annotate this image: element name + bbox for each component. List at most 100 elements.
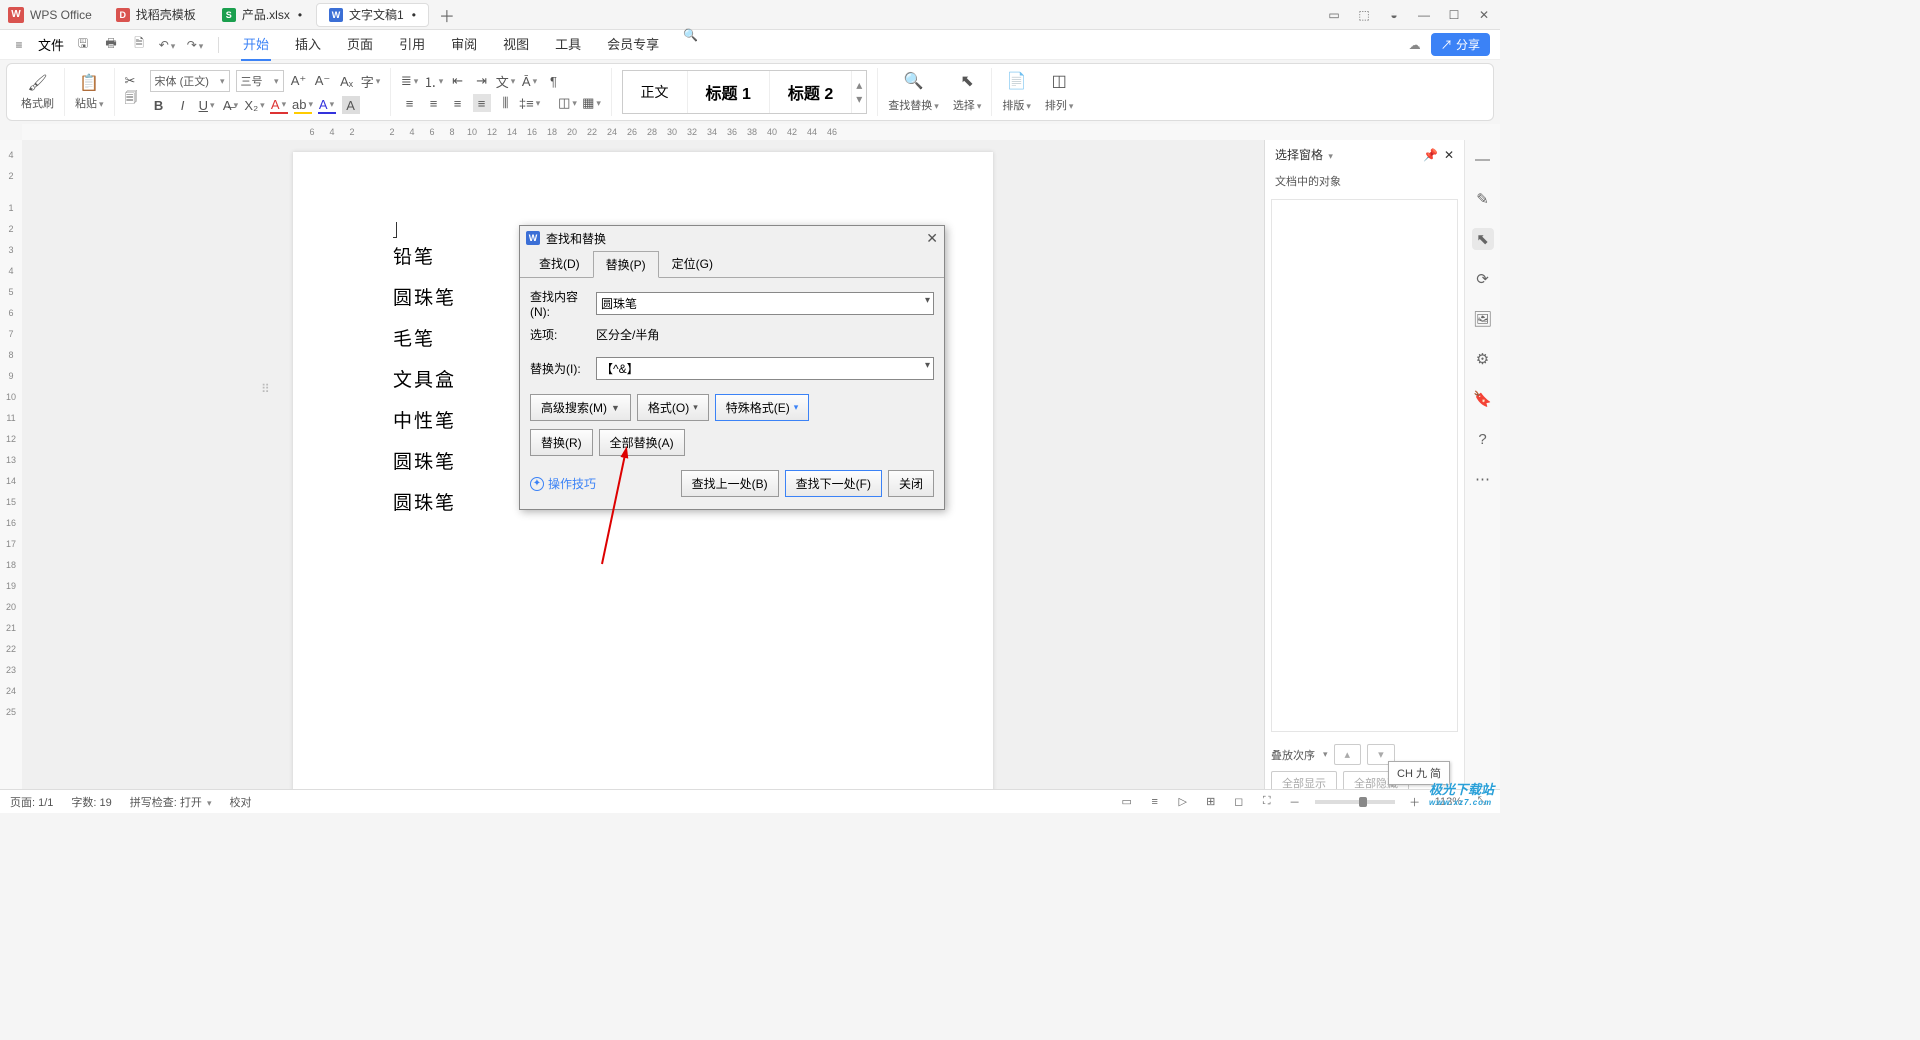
word-count[interactable]: 字数: 19 [71,794,111,810]
maximize-button[interactable]: ☐ [1446,8,1462,22]
search-icon[interactable]: 🔍 [683,28,698,61]
align-justify-icon[interactable]: ≡ [473,94,491,112]
dec-indent-icon[interactable]: ⇤ [449,72,467,90]
char-shading-icon[interactable]: A [342,96,360,114]
style-more-icon[interactable]: ▾ [856,92,862,106]
redo-icon[interactable]: ↷▾ [186,38,204,52]
cut-icon[interactable]: ✂ [125,73,136,89]
tab-find[interactable]: 查找(D) [526,250,593,277]
format-painter-icon[interactable]: 🖌 [27,73,47,93]
menu-home[interactable]: 开始 [241,28,271,61]
border-icon[interactable]: ▦▾ [583,94,601,112]
preview-icon[interactable]: 🗎 [130,34,148,55]
replace-all-button[interactable]: 全部替换(A) [599,429,685,456]
help-icon[interactable]: ? [1472,428,1494,450]
advanced-search-button[interactable]: 高级搜索(M)▼ [530,394,631,421]
menu-page[interactable]: 页面 [345,28,375,61]
view-full-icon[interactable]: ⛶ [1259,795,1275,808]
menu-member[interactable]: 会员专享 [605,28,661,61]
cloud-icon[interactable]: ☁ [1409,38,1421,52]
view-page-icon[interactable]: ▭ [1119,795,1135,808]
fill-color-icon[interactable]: ◫▾ [559,94,577,112]
tips-link[interactable]: ✦操作技巧 [530,475,596,492]
replace-button[interactable]: 替换(R) [530,429,593,456]
menu-tools[interactable]: 工具 [553,28,583,61]
share-button[interactable]: ↗ 分享 [1431,33,1490,56]
close-window-button[interactable]: ✕ [1476,8,1492,22]
zoom-slider[interactable] [1315,800,1395,804]
spell-check[interactable]: 拼写检查: 打开 ▾ [130,794,212,810]
text-direction-icon[interactable]: 文▾ [497,72,515,90]
sort-icon[interactable]: Ā▾ [521,72,539,90]
italic-icon[interactable]: I [174,96,192,114]
print-icon[interactable]: 🖶 [102,34,120,55]
special-format-button[interactable]: 特殊格式(E)▾ [715,394,810,421]
select-tool-icon[interactable]: ⬉ [1472,228,1494,250]
find-prev-button[interactable]: 查找上一处(B) [681,470,779,497]
find-replace-dialog[interactable]: W 查找和替换 ✕ 查找(D) 替换(P) 定位(G) 查找内容(N): 圆珠笔… [519,225,945,510]
tab-template[interactable]: D找稻壳模板 [104,3,208,27]
select-icon[interactable]: ⬉ [960,71,973,91]
bold-icon[interactable]: B [150,96,168,114]
menu-icon[interactable]: ≡ [10,38,28,52]
layout-icon[interactable]: 📄 [1007,71,1027,91]
size-select[interactable]: 三号▾ [236,70,284,92]
align-left-icon[interactable]: ≡ [401,94,419,112]
clear-format-icon[interactable]: Aₓ [338,72,356,90]
align-center-icon[interactable]: ≡ [425,94,443,112]
zoom-out-icon[interactable]: － [1287,794,1303,810]
style-h1[interactable]: 标题 1 [688,71,770,113]
arrange-icon[interactable]: ◫ [1052,71,1067,91]
shrink-font-icon[interactable]: A⁻ [314,72,332,90]
tab-spreadsheet[interactable]: S产品.xlsx• [210,3,314,27]
avatar-icon[interactable]: ◒ [1386,8,1402,22]
undo-icon[interactable]: ↶▾ [158,38,176,52]
menu-view[interactable]: 视图 [501,28,531,61]
line-spacing-icon[interactable]: ‡≡▾ [521,94,539,112]
style-h2[interactable]: 标题 2 [770,71,852,113]
bookmark-icon[interactable]: 🔖 [1472,388,1494,410]
replace-input[interactable]: 【^&】▾ [596,357,934,380]
pane-object-list[interactable] [1271,199,1458,732]
pin-icon[interactable]: 📌 [1423,148,1438,162]
menu-review[interactable]: 审阅 [449,28,479,61]
view-outline-icon[interactable]: ≡ [1147,796,1163,808]
shading-icon[interactable]: A▾ [318,96,336,114]
horizontal-ruler[interactable]: 6422468101214161820222426283032343638404… [22,124,1500,140]
find-icon[interactable]: 🔍 [904,71,924,91]
image-tool-icon[interactable]: 🖼 [1472,308,1494,330]
save-icon[interactable]: 🖫 [74,34,92,55]
dropdown-icon[interactable]: ▾ [925,360,930,371]
new-tab-button[interactable]: ＋ [431,3,463,27]
vertical-ruler[interactable]: 4212345678910111213141516171819202122232… [0,140,22,801]
font-select[interactable]: 宋体 (正文)▾ [150,70,230,92]
menu-insert[interactable]: 插入 [293,28,323,61]
move-up-button[interactable]: ▴ [1334,744,1362,765]
paragraph-handle-icon[interactable]: ⠿ [261,382,267,396]
grow-font-icon[interactable]: A⁺ [290,72,308,90]
pilcrow-icon[interactable]: ¶ [545,72,563,90]
highlight-icon[interactable]: ab▾ [294,96,312,114]
find-next-button[interactable]: 查找下一处(F) [785,470,882,497]
strike-icon[interactable]: A̶▾ [222,96,240,114]
menu-reference[interactable]: 引用 [397,28,427,61]
subscript-icon[interactable]: X₂▾ [246,96,264,114]
dialog-titlebar[interactable]: W 查找和替换 ✕ [520,226,944,250]
bullet-list-icon[interactable]: ≣▾ [401,72,419,90]
find-input[interactable]: 圆珠笔▾ [596,292,934,315]
view-read-icon[interactable]: ⊞ [1203,795,1219,808]
font-color-icon[interactable]: A▾ [270,96,288,114]
page-status[interactable]: 页面: 1/1 [10,794,53,810]
view-web-icon[interactable]: ▷ [1175,795,1191,808]
number-list-icon[interactable]: ⒈▾ [425,72,443,90]
char-border-icon[interactable]: 字▾ [362,72,380,90]
dialog-close-icon[interactable]: ✕ [926,230,938,247]
tab-document[interactable]: W文字文稿1• [316,3,429,27]
minimize-button[interactable]: — [1416,8,1432,22]
collapse-rail-icon[interactable]: — [1472,148,1494,170]
pane-close-icon[interactable]: ✕ [1444,148,1454,162]
style-gallery[interactable]: 正文 标题 1 标题 2 ▴ ▾ [622,70,868,114]
close-button[interactable]: 关闭 [888,470,934,497]
edit-tool-icon[interactable]: ✎ [1472,188,1494,210]
paste-icon[interactable]: 📋 [79,73,99,93]
